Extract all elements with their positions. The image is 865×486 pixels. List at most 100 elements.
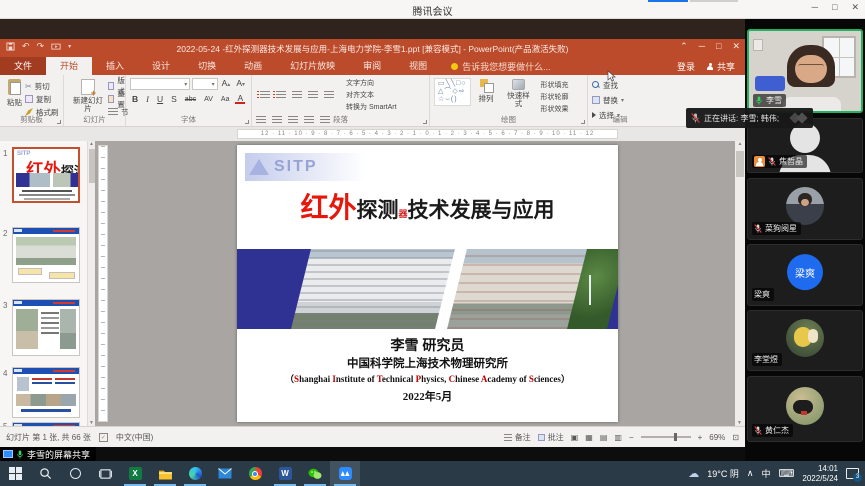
slide-thumbnail-2[interactable] bbox=[12, 227, 80, 283]
taskbar-excel[interactable]: X bbox=[120, 461, 150, 486]
language-indicator[interactable]: 中文(中国) bbox=[116, 432, 153, 443]
fit-window-icon[interactable]: ⊡ bbox=[732, 433, 739, 442]
grow-font-button[interactable]: A▴ bbox=[220, 78, 233, 90]
shape-effects-button[interactable]: 形状效果 bbox=[541, 104, 569, 114]
qat-dropdown-icon[interactable]: ▾ bbox=[68, 43, 71, 50]
shape-outline-button[interactable]: 形状轮廓 bbox=[541, 92, 569, 102]
slide-scrollbar[interactable]: ▲ ▼ bbox=[735, 141, 745, 426]
italic-button[interactable]: I bbox=[144, 94, 151, 104]
quick-styles-button[interactable]: 快速样式 bbox=[502, 78, 536, 109]
increase-indent-icon[interactable] bbox=[308, 91, 318, 99]
bold-button[interactable]: B bbox=[130, 94, 140, 104]
scroll-up-icon[interactable]: ▲ bbox=[738, 141, 743, 147]
slide-thumbnail-3[interactable] bbox=[12, 299, 80, 356]
view-slideshow-icon[interactable]: ▥ bbox=[614, 433, 622, 442]
taskbar-mail[interactable] bbox=[210, 461, 240, 486]
tab-design[interactable]: 设计 bbox=[138, 57, 184, 75]
start-button[interactable] bbox=[0, 461, 30, 486]
paragraph-launcher[interactable] bbox=[423, 120, 427, 124]
text-direction-button[interactable]: 文字方向 bbox=[346, 78, 397, 88]
view-reading-icon[interactable]: ▤ bbox=[600, 433, 608, 442]
change-case-button[interactable]: Aa bbox=[219, 96, 232, 103]
font-color-button[interactable]: A bbox=[235, 94, 245, 104]
ribbon-display-icon[interactable]: ⌃ bbox=[680, 41, 688, 52]
slide-thumbnail-4[interactable] bbox=[12, 367, 80, 418]
font-name-select[interactable]: ▾ bbox=[130, 78, 190, 90]
clipboard-launcher[interactable] bbox=[57, 120, 61, 124]
tab-insert[interactable]: 插入 bbox=[92, 57, 138, 75]
scroll-up-icon[interactable]: ▲ bbox=[89, 141, 94, 147]
save-icon[interactable] bbox=[6, 42, 15, 51]
clock[interactable]: 14:01 2022/5/24 bbox=[802, 464, 838, 484]
undo-icon[interactable]: ↶ bbox=[22, 41, 30, 52]
tab-file[interactable]: 文件 bbox=[0, 57, 46, 75]
ppt-minimize-icon[interactable]: ─ bbox=[699, 41, 705, 52]
find-button[interactable]: 查找 bbox=[592, 79, 648, 91]
comments-button[interactable]: 批注 bbox=[538, 432, 564, 443]
notes-button[interactable]: 备注 bbox=[504, 432, 531, 443]
view-normal-icon[interactable]: ▣ bbox=[571, 433, 579, 442]
new-slide-button[interactable]: 新建幻灯片 bbox=[68, 78, 108, 118]
slide-thumbnail-panel[interactable]: 1 SITP 红外探测器技术发展与应用 2 3 bbox=[0, 141, 87, 426]
decrease-indent-icon[interactable] bbox=[292, 91, 302, 99]
tell-me-box[interactable]: 告诉我您想要做什么... bbox=[441, 57, 561, 75]
bullets-icon[interactable] bbox=[260, 91, 270, 99]
search-button[interactable] bbox=[30, 461, 60, 486]
font-launcher[interactable] bbox=[245, 120, 249, 124]
align-text-button[interactable]: 对齐文本 bbox=[346, 90, 397, 100]
numbering-icon[interactable] bbox=[276, 91, 286, 99]
participant-tile[interactable]: 菜狗阅星 bbox=[747, 178, 863, 240]
slide-thumbnail-1[interactable]: SITP 红外探测器技术发展与应用 bbox=[12, 147, 80, 203]
participant-tile-video[interactable]: 李雪 bbox=[747, 29, 863, 113]
ppt-maximize-icon[interactable]: □ bbox=[716, 41, 721, 52]
participant-tile[interactable]: 黄仁杰 bbox=[747, 376, 863, 442]
slide-canvas[interactable]: SITP 红外探测器技术发展与应用 李雪 研究员 中国科学院上海技术物理研究所 … bbox=[237, 145, 618, 422]
keyboard-icon[interactable]: ⌨ bbox=[779, 467, 795, 480]
shapes-gallery[interactable]: ▭╲╲□○ △⌒◇⇨ ☆⌣() bbox=[434, 78, 471, 106]
zoom-level[interactable]: 69% bbox=[709, 433, 725, 442]
thumbnail-scrollbar[interactable]: ▲ ▼ bbox=[87, 141, 95, 426]
task-view-button[interactable] bbox=[90, 461, 120, 486]
tab-slideshow[interactable]: 幻灯片放映 bbox=[276, 57, 349, 75]
zoom-slider[interactable] bbox=[641, 436, 691, 438]
ppt-close-icon[interactable]: ✕ bbox=[732, 41, 740, 52]
close-icon[interactable]: ✕ bbox=[851, 2, 859, 13]
vertical-ruler[interactable] bbox=[98, 145, 108, 422]
spellcheck-icon[interactable]: ✓ bbox=[99, 433, 108, 442]
replace-button[interactable]: 替换▾ bbox=[592, 94, 648, 106]
zoom-out-icon[interactable]: − bbox=[629, 433, 634, 442]
participant-tile[interactable]: 李堂煜 bbox=[747, 310, 863, 371]
shape-fill-button[interactable]: 形状填充 bbox=[541, 80, 569, 90]
taskbar-tencent-meeting[interactable] bbox=[330, 461, 360, 486]
taskbar-word[interactable]: W bbox=[270, 461, 300, 486]
tray-expand-icon[interactable]: ∧ bbox=[747, 468, 754, 479]
taskbar-file-explorer[interactable] bbox=[150, 461, 180, 486]
strikethrough-button[interactable]: abc bbox=[183, 96, 198, 103]
zoom-in-icon[interactable]: + bbox=[698, 433, 703, 442]
cortana-button[interactable] bbox=[60, 461, 90, 486]
slide-scroll-thumb[interactable] bbox=[736, 151, 744, 177]
action-center-icon[interactable]: 3 bbox=[846, 468, 859, 479]
zoom-slider-thumb[interactable] bbox=[674, 433, 677, 441]
maximize-icon[interactable]: □ bbox=[832, 2, 837, 13]
ime-indicator[interactable]: 中 bbox=[762, 467, 771, 480]
weather-text[interactable]: 19°C 阴 bbox=[707, 467, 739, 480]
taskbar-wechat[interactable] bbox=[300, 461, 330, 486]
tab-home[interactable]: 开始 bbox=[46, 57, 92, 75]
tab-transitions[interactable]: 切换 bbox=[184, 57, 230, 75]
underline-button[interactable]: U bbox=[155, 94, 165, 104]
drawing-launcher[interactable] bbox=[581, 120, 585, 124]
arrange-button[interactable]: 排列 bbox=[476, 78, 497, 105]
sign-in-button[interactable]: 登录 bbox=[677, 60, 695, 73]
shrink-font-button[interactable]: A▾ bbox=[234, 78, 247, 90]
paste-button[interactable]: 粘贴 bbox=[4, 78, 25, 118]
taskbar-edge[interactable] bbox=[180, 461, 210, 486]
weather-icon[interactable]: ☁ bbox=[688, 467, 699, 480]
text-shadow-button[interactable]: S bbox=[169, 94, 179, 104]
minimize-icon[interactable]: ─ bbox=[812, 2, 818, 13]
slideshow-icon[interactable] bbox=[51, 43, 61, 51]
line-spacing-icon[interactable] bbox=[324, 91, 334, 99]
participant-tile[interactable]: 梁爽 梁爽 bbox=[747, 244, 863, 306]
char-spacing-button[interactable]: AV bbox=[202, 96, 215, 103]
font-size-select[interactable]: ▾ bbox=[192, 78, 217, 90]
